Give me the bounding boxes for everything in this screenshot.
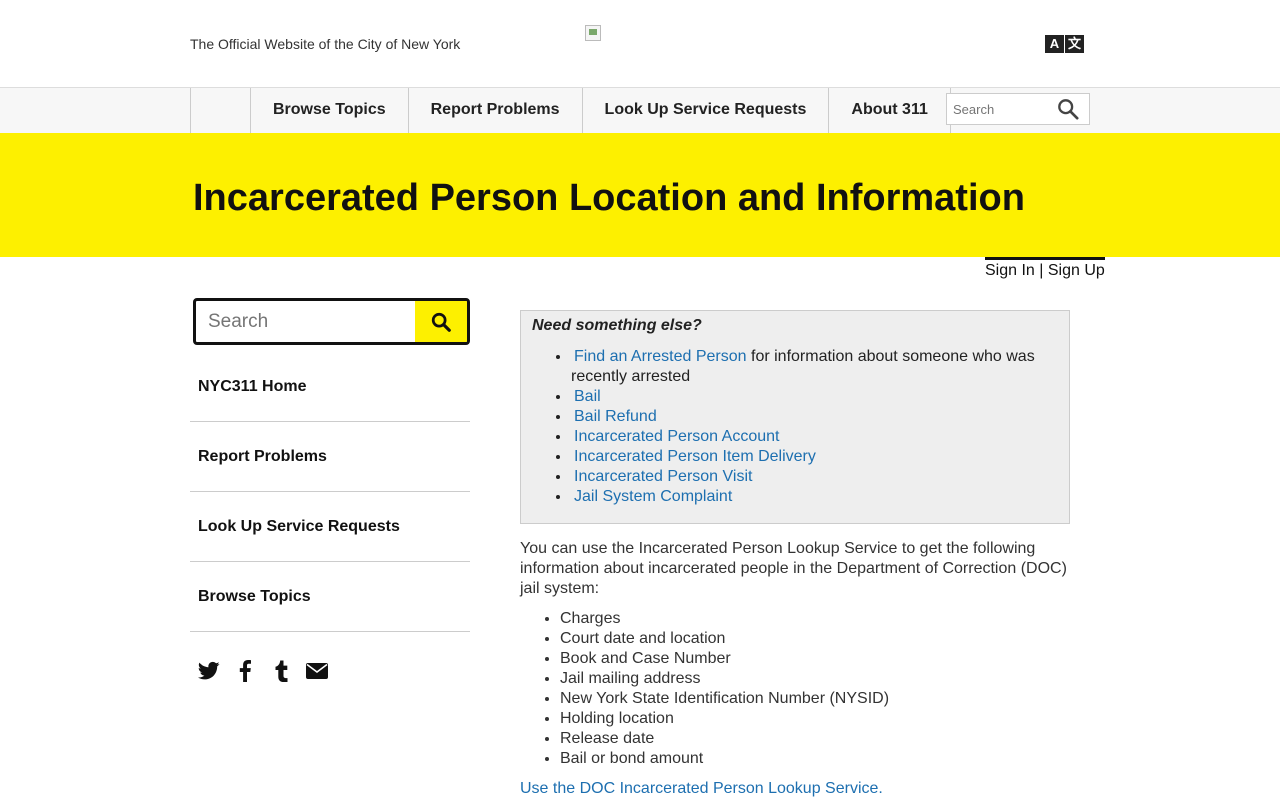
sidebar-nav: NYC311 Home Report Problems Look Up Serv…: [190, 352, 470, 632]
main-nav: Browse Topics Report Problems Look Up Se…: [0, 88, 1280, 133]
lookup-info-list: Charges Court date and location Book and…: [560, 609, 889, 769]
nyc-logo-image[interactable]: [585, 25, 601, 41]
sign-in-link[interactable]: Sign In: [985, 262, 1035, 279]
nav-browse-topics[interactable]: Browse Topics: [251, 88, 409, 133]
translate-icon-zh: 文: [1065, 35, 1084, 53]
tumblr-icon[interactable]: [270, 660, 292, 682]
bail-refund-link[interactable]: Bail Refund: [574, 408, 657, 425]
incarcerated-person-account-link[interactable]: Incarcerated Person Account: [574, 428, 779, 445]
account-links: Sign In | Sign Up: [985, 257, 1105, 280]
official-website-text: The Official Website of the City of New …: [190, 36, 461, 52]
search-icon[interactable]: [1057, 98, 1079, 120]
list-item: Jail mailing address: [560, 669, 889, 689]
list-item: Bail or bond amount: [560, 749, 889, 769]
list-item: Bail Refund: [571, 407, 1051, 427]
nav-search-box: [946, 93, 1090, 125]
related-services-box: Need something else? Find an Arrested Pe…: [520, 310, 1070, 524]
page-banner: Incarcerated Person Location and Informa…: [0, 133, 1280, 257]
sidebar-item-report-problems[interactable]: Report Problems: [190, 422, 470, 492]
nav-about-311[interactable]: About 311: [829, 88, 951, 133]
nav-look-up-service-requests[interactable]: Look Up Service Requests: [583, 88, 830, 133]
email-icon[interactable]: [306, 660, 328, 682]
twitter-icon[interactable]: [198, 660, 220, 682]
incarcerated-person-item-delivery-link[interactable]: Incarcerated Person Item Delivery: [574, 448, 816, 465]
doc-lookup-service-link[interactable]: Use the DOC Incarcerated Person Lookup S…: [520, 780, 883, 798]
intro-paragraph: You can use the Incarcerated Person Look…: [520, 540, 1067, 597]
incarcerated-person-visit-link[interactable]: Incarcerated Person Visit: [574, 468, 752, 485]
list-item: Incarcerated Person Visit: [571, 467, 1051, 487]
nav-search-input[interactable]: [947, 94, 1047, 124]
list-item: New York State Identification Number (NY…: [560, 689, 889, 709]
related-links-list: Find an Arrested Person for information …: [571, 347, 1051, 507]
sidebar-search: [193, 298, 470, 345]
nav-home-slot[interactable]: [190, 88, 251, 133]
sidebar-item-look-up-service-requests[interactable]: Look Up Service Requests: [190, 492, 470, 562]
list-item: Holding location: [560, 709, 889, 729]
sidebar-search-button[interactable]: [415, 301, 467, 342]
bail-link[interactable]: Bail: [574, 388, 601, 405]
list-item: Bail: [571, 387, 1051, 407]
account-separator: |: [1034, 262, 1048, 279]
related-title: Need something else?: [532, 317, 702, 334]
nav-report-problems[interactable]: Report Problems: [409, 88, 583, 133]
site-header: The Official Website of the City of New …: [0, 0, 1280, 88]
social-links: [198, 660, 342, 682]
sidebar-item-browse-topics[interactable]: Browse Topics: [190, 562, 470, 632]
sign-up-link[interactable]: Sign Up: [1048, 262, 1105, 279]
list-item: Jail System Complaint: [571, 487, 1051, 507]
sidebar-search-input[interactable]: [196, 301, 416, 342]
translate-button[interactable]: A 文: [1045, 35, 1085, 53]
page-title: Incarcerated Person Location and Informa…: [193, 177, 1025, 219]
find-arrested-person-link[interactable]: Find an Arrested Person: [574, 348, 747, 365]
list-item: Release date: [560, 729, 889, 749]
sidebar-item-nyc311-home[interactable]: NYC311 Home: [190, 352, 470, 422]
jail-system-complaint-link[interactable]: Jail System Complaint: [574, 488, 732, 505]
search-icon: [431, 312, 451, 332]
list-item: Court date and location: [560, 629, 889, 649]
list-item: Incarcerated Person Item Delivery: [571, 447, 1051, 467]
list-item: Incarcerated Person Account: [571, 427, 1051, 447]
list-item: Book and Case Number: [560, 649, 889, 669]
list-item: Find an Arrested Person for information …: [571, 347, 1051, 387]
translate-icon-a: A: [1045, 35, 1064, 53]
facebook-icon[interactable]: [234, 660, 256, 682]
list-item: Charges: [560, 609, 889, 629]
